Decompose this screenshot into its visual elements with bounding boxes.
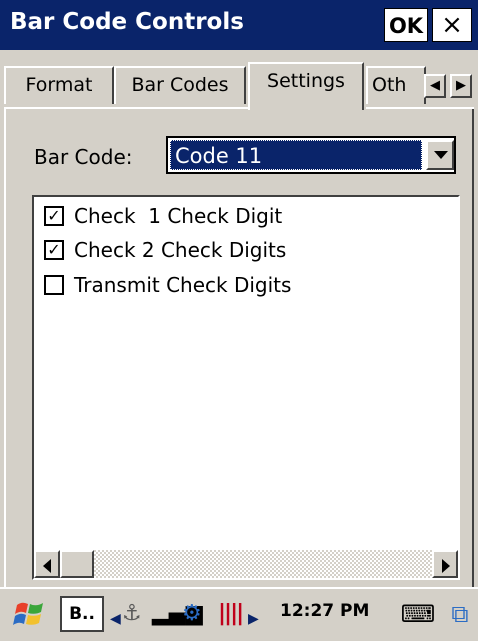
checkbox-transmit-check-digits[interactable] <box>44 275 64 295</box>
tab-page-edge <box>4 107 248 109</box>
option-label: Transmit Check Digits <box>74 273 292 297</box>
close-button[interactable]: × <box>432 8 472 42</box>
network-icon[interactable]: ⚓ <box>122 600 142 628</box>
checkbox-check-2-digits[interactable]: ✓ <box>44 240 64 260</box>
option-label: Check 2 Check Digits <box>74 238 287 262</box>
tab-scroll-right-button[interactable]: ▶ <box>450 74 472 98</box>
tab-settings[interactable]: Settings <box>248 62 364 110</box>
desktop-switch-icon[interactable]: ⧉ <box>442 598 478 630</box>
chevron-down-icon <box>434 151 448 159</box>
barcode-scanner-icon[interactable]: |||| <box>218 600 244 628</box>
chevron-right-icon: ▶ <box>456 78 466 93</box>
window-title: Bar Code Controls <box>10 9 244 35</box>
option-label: Check 1 Check Digit <box>74 204 283 228</box>
bar-code-label: Bar Code: <box>34 145 133 169</box>
arrow-right-icon <box>442 559 450 573</box>
scroll-right-button[interactable] <box>432 550 458 578</box>
tab-other[interactable]: Oth <box>366 66 426 104</box>
clock[interactable]: 12:27 PM <box>280 601 369 621</box>
tab-bar-codes[interactable]: Bar Codes <box>114 66 246 104</box>
windows-flag-icon[interactable] <box>10 596 50 632</box>
horizontal-scrollbar[interactable] <box>34 550 458 578</box>
tray-scroll-right-icon[interactable]: ▶ <box>248 605 259 633</box>
chevron-left-icon: ◀ <box>430 78 440 93</box>
bar-code-selected-value[interactable]: Code 11 <box>170 140 422 170</box>
keyboard-icon[interactable]: ⌨ <box>400 598 436 630</box>
tab-scroll-left-button[interactable]: ◀ <box>424 74 446 98</box>
scrollbar-thumb[interactable] <box>60 550 94 578</box>
tab-format[interactable]: Format <box>4 66 114 104</box>
tray-scroll-left-icon[interactable]: ◀ <box>110 605 121 633</box>
sync-icon[interactable]: ⚙ <box>182 600 202 628</box>
taskbar-app-button[interactable]: B.. <box>60 596 104 632</box>
tab-page-edge <box>366 107 474 109</box>
arrow-left-icon <box>43 559 51 573</box>
checkbox-check-1-digit[interactable]: ✓ <box>44 206 64 226</box>
dropdown-arrow-button[interactable] <box>426 140 454 170</box>
ok-button[interactable]: OK <box>384 8 428 42</box>
scroll-left-button[interactable] <box>34 550 60 578</box>
